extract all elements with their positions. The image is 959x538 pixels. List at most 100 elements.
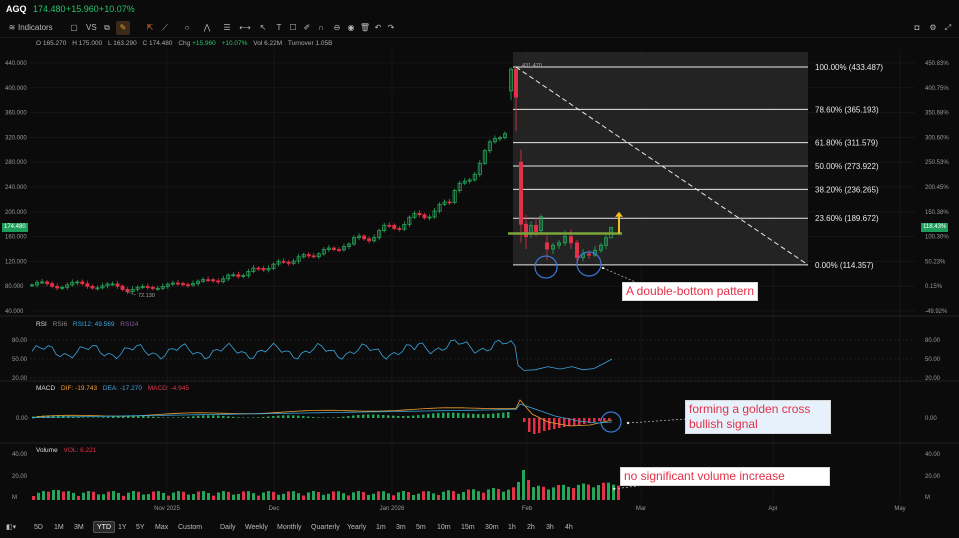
volume-bar <box>412 494 415 500</box>
double-bottom-callout[interactable]: A double-bottom pattern <box>622 282 759 301</box>
interval-5m[interactable]: 5m <box>416 522 426 534</box>
interval-weekly[interactable]: Weekly <box>245 522 268 534</box>
volume-note-callout[interactable]: no significant volume increase <box>620 467 830 486</box>
volume-bar <box>117 492 120 500</box>
volume-bar <box>452 491 455 500</box>
volume-bar <box>477 491 480 500</box>
rsi-axis-label: 20.00 <box>12 376 28 382</box>
candle-body <box>85 283 90 287</box>
volume-bar <box>327 493 330 500</box>
volume-bar <box>317 491 320 500</box>
volume-bar <box>387 493 390 500</box>
volume-axis-label-right: M <box>925 495 930 501</box>
volume-bar <box>132 491 135 500</box>
volume-bar <box>157 491 160 500</box>
interval-quarterly[interactable]: Quarterly <box>311 522 340 534</box>
rsi-axis-label-right: 80.00 <box>925 338 941 344</box>
volume-bar <box>172 492 175 500</box>
volume-bar <box>257 495 260 500</box>
volume-bar <box>372 493 375 500</box>
volume-bar <box>357 491 360 500</box>
range-1y[interactable]: 1Y <box>118 522 127 534</box>
macd-hist-bar <box>507 411 510 418</box>
golden-cross-callout[interactable]: forming a golden cross bullish signal <box>685 400 831 434</box>
candle-body <box>575 242 580 259</box>
macd-hist-bar <box>82 417 85 418</box>
volume-bar <box>442 491 445 500</box>
candle-body <box>256 267 261 270</box>
fib-level-label: 78.60% (365.193) <box>815 105 879 114</box>
interval-10m[interactable]: 10m <box>437 522 451 534</box>
volume-bar <box>522 470 525 500</box>
volume-bar <box>517 482 520 500</box>
range-max[interactable]: Max <box>155 522 168 534</box>
grid-layer <box>0 50 959 502</box>
volume-bar <box>192 494 195 500</box>
volume-bar <box>272 491 275 500</box>
range-3m[interactable]: 3M <box>74 522 84 534</box>
interval-4h[interactable]: 4h <box>565 522 573 534</box>
volume-bar <box>232 494 235 500</box>
macd-hist-bar <box>462 413 465 418</box>
time-axis-label: Jan 2026 <box>380 506 405 512</box>
interval-1m[interactable]: 1m <box>376 522 386 534</box>
macd-hist-bar <box>152 416 155 418</box>
low-marker: 72.130 <box>138 293 155 299</box>
candle-body <box>519 161 524 225</box>
interval-1h[interactable]: 1h <box>508 522 516 534</box>
candle-body <box>392 224 397 229</box>
pct-axis-label: 250.53% <box>925 160 949 166</box>
volume-bar <box>502 491 505 500</box>
macd-hist-bar-neg <box>573 418 576 426</box>
price-chart[interactable]: 100.00% (433.487) 78.60% (365.193) 61.80% … <box>0 0 959 538</box>
macd-hist-bar <box>437 412 440 418</box>
interval-yearly[interactable]: Yearly <box>347 522 366 534</box>
macd-legend: MACD DIF: -19.743 DEA: -17.270 MACD: -4.… <box>36 385 189 392</box>
macd-hist-bar <box>352 415 355 418</box>
volume-bar <box>377 491 380 500</box>
volume-bar <box>402 491 405 500</box>
macd-hist-bar <box>347 416 350 418</box>
candle-body <box>211 279 216 282</box>
volume-bar <box>62 491 65 500</box>
volume-bar <box>137 491 140 500</box>
volume-bar <box>302 495 305 500</box>
macd-hist-bar <box>272 416 275 418</box>
volume-bar <box>187 494 190 500</box>
volume-bar <box>407 492 410 500</box>
interval-15m[interactable]: 15m <box>461 522 475 534</box>
rsi12-line <box>31 339 613 371</box>
volume-bar <box>202 491 205 500</box>
interval-2h[interactable]: 2h <box>527 522 535 534</box>
volume-bar <box>277 494 280 500</box>
candle-body <box>185 284 190 287</box>
macd-hist-bar-neg <box>548 418 551 430</box>
fib-level-label: 61.80% (311.579) <box>815 139 878 148</box>
interval-30m[interactable]: 30m <box>485 522 499 534</box>
interval-monthly[interactable]: Monthly <box>277 522 302 534</box>
candle-body <box>587 253 592 256</box>
time-axis-label: Dec <box>269 506 280 512</box>
interval-3m[interactable]: 3m <box>396 522 406 534</box>
volume-bar <box>492 488 495 500</box>
candle-body <box>125 289 130 292</box>
range-ytd[interactable]: YTD <box>93 521 115 533</box>
interval-daily[interactable]: Daily <box>220 522 236 534</box>
candle-body <box>417 212 422 216</box>
layout-icon[interactable]: ◧▾ <box>6 522 16 534</box>
range-5d[interactable]: 5D <box>34 522 43 534</box>
dea-label: DEA: -17.270 <box>102 385 142 392</box>
range-custom[interactable]: Custom <box>178 522 202 534</box>
macd-hist-bar <box>387 415 390 418</box>
candle-body <box>367 238 372 242</box>
macd-hist-bar <box>112 416 115 418</box>
rsi-legend: RSI RSI6 RSI12: 49.569 RSI24 <box>36 321 138 328</box>
interval-3h[interactable]: 3h <box>546 522 554 534</box>
macd-hist-bar <box>337 417 340 418</box>
macd-hist-bar <box>157 417 160 418</box>
range-5y[interactable]: 5Y <box>136 522 145 534</box>
volume-bar <box>587 484 590 500</box>
range-1m[interactable]: 1M <box>54 522 64 534</box>
volume-bar <box>242 491 245 500</box>
volume-bar <box>367 494 370 500</box>
